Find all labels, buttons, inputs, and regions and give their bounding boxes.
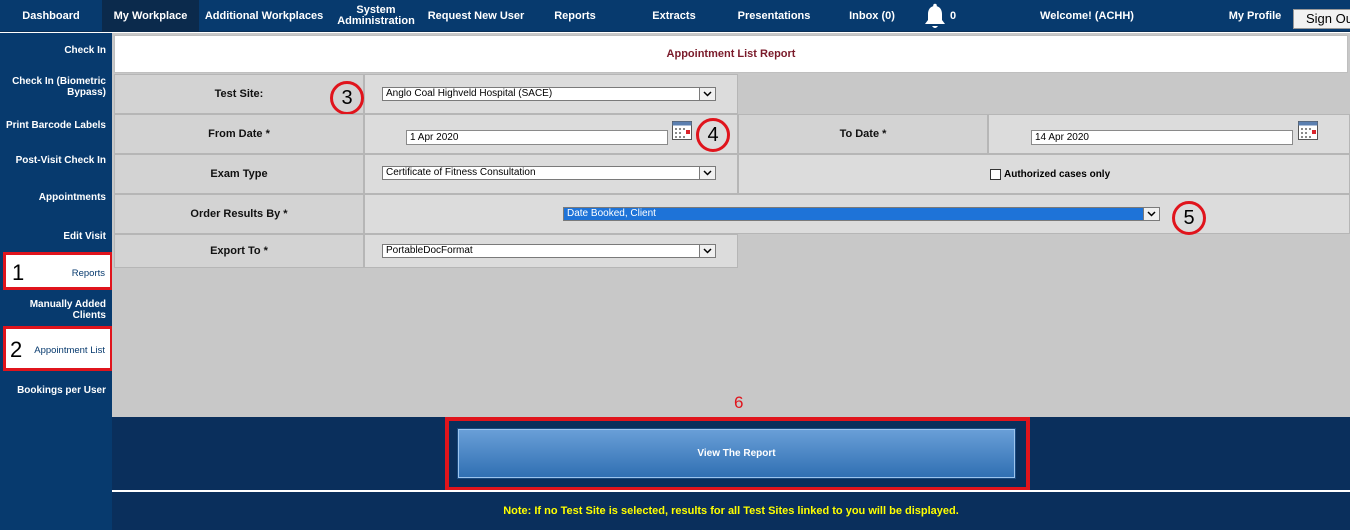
nav-reports[interactable]: Reports (528, 0, 622, 32)
from-date-label: From Date * (114, 114, 364, 154)
exam-type-label: Exam Type (114, 154, 364, 194)
sidebar-item-reports-label: Reports (71, 268, 105, 279)
annotation-number-2: 2 (10, 337, 23, 362)
note-text: Note: If no Test Site is selected, resul… (112, 490, 1350, 530)
nav-inbox[interactable]: Inbox (0) (822, 0, 922, 32)
sidebar-item-appointment-list-label: Appointment List (34, 345, 105, 356)
nav-presentations[interactable]: Presentations (726, 0, 822, 32)
test-site-value: Anglo Coal Highveld Hospital (SACE) (386, 88, 553, 99)
exam-type-value: Certificate of Fitness Consultation (386, 167, 536, 178)
sidebar-item-manually-added-clients[interactable]: Manually Added Clients (0, 299, 112, 321)
sidebar: Check In Check In (Biometric Bypass) Pri… (0, 33, 113, 530)
order-results-label: Order Results By * (114, 194, 364, 234)
order-results-value: Date Booked, Client (567, 208, 656, 219)
nav-request-new-user[interactable]: Request New User (424, 0, 528, 32)
sidebar-item-edit-visit[interactable]: Edit Visit (0, 231, 112, 242)
sidebar-item-bookings-per-user[interactable]: Bookings per User (0, 385, 112, 396)
annotation-number-4: 4 (696, 118, 730, 152)
test-site-label: Test Site: (114, 74, 364, 114)
view-report-button[interactable]: View The Report (457, 428, 1016, 479)
nav-dashboard[interactable]: Dashboard (0, 0, 102, 32)
chevron-down-icon (699, 245, 715, 257)
nav-my-profile[interactable]: My Profile (1214, 0, 1296, 32)
nav-my-workplace[interactable]: My Workplace (102, 0, 199, 32)
test-site-select[interactable]: Anglo Coal Highveld Hospital (SACE) (382, 87, 716, 101)
authorized-checkbox[interactable] (990, 169, 1001, 180)
page-title: Appointment List Report (114, 35, 1348, 73)
sidebar-item-reports[interactable]: 1 Reports (3, 252, 113, 290)
sidebar-item-post-visit-check-in[interactable]: Post-Visit Check In (0, 155, 112, 166)
nav-extracts[interactable]: Extracts (622, 0, 726, 32)
nav-additional-workplaces[interactable]: Additional Workplaces (199, 0, 329, 32)
to-date-input[interactable]: 14 Apr 2020 (1031, 130, 1293, 145)
annotation-number-1: 1 (12, 260, 25, 285)
sign-out-button[interactable]: Sign Out (1293, 9, 1350, 29)
report-footer: 6 View The Report Note: If no Test Site … (112, 393, 1350, 530)
export-to-select[interactable]: PortableDocFormat (382, 244, 716, 258)
bell-icon[interactable] (922, 3, 948, 31)
chevron-down-icon (699, 88, 715, 100)
notification-count: 0 (950, 10, 957, 22)
from-date-input[interactable]: 1 Apr 2020 (406, 130, 668, 145)
authorized-label: Authorized cases only (1004, 169, 1111, 180)
calendar-icon[interactable] (1298, 121, 1318, 140)
sidebar-item-check-in[interactable]: Check In (0, 45, 112, 56)
sidebar-item-print-barcode-labels[interactable]: Print Barcode Labels (0, 120, 112, 131)
order-results-select[interactable]: Date Booked, Client (563, 207, 1160, 221)
exam-type-select[interactable]: Certificate of Fitness Consultation (382, 166, 716, 180)
annotation-number-5: 5 (1172, 201, 1206, 235)
welcome-text: Welcome! (ACHH) (1040, 9, 1134, 22)
to-date-label: To Date * (738, 114, 988, 154)
sidebar-item-check-in-biometric[interactable]: Check In (Biometric Bypass) (0, 76, 112, 98)
annotation-number-6: 6 (734, 393, 744, 412)
nav-system-administration[interactable]: System Administration (329, 0, 423, 32)
export-to-label: Export To * (114, 234, 364, 268)
sidebar-item-appointments[interactable]: Appointments (0, 192, 112, 203)
calendar-icon[interactable] (672, 121, 692, 140)
annotation-number-3: 3 (330, 81, 364, 115)
top-navigation: Dashboard My Workplace Additional Workpl… (0, 0, 1350, 32)
chevron-down-icon (699, 167, 715, 179)
main-content: Appointment List Report Test Site: Anglo… (112, 33, 1350, 530)
sidebar-item-appointment-list[interactable]: 2 Appointment List (3, 326, 113, 371)
chevron-down-icon (1143, 208, 1159, 220)
export-to-value: PortableDocFormat (386, 245, 473, 256)
